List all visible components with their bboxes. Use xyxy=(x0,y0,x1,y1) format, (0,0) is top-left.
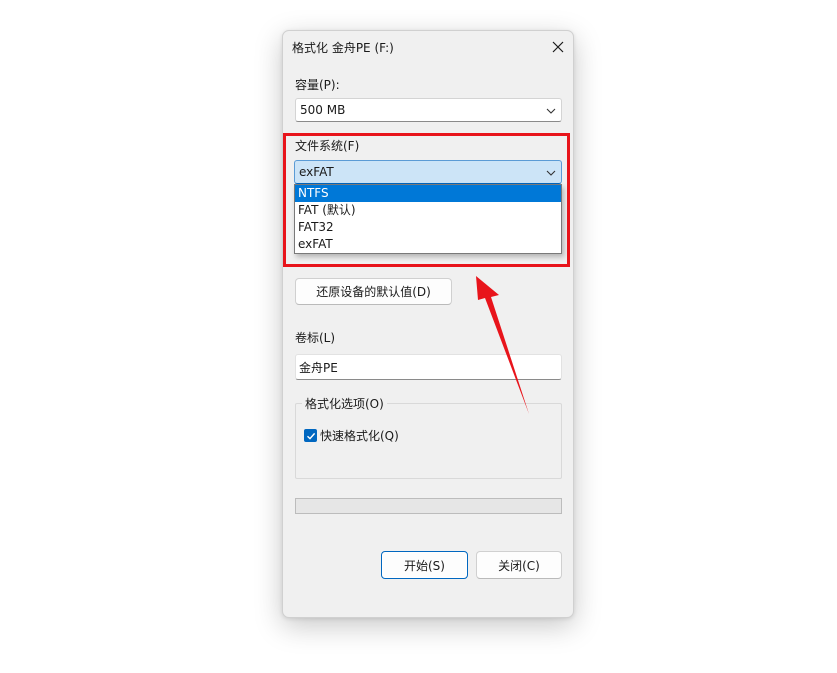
chevron-down-icon xyxy=(546,170,556,176)
restore-defaults-button[interactable]: 还原设备的默认值(D) xyxy=(295,278,452,305)
close-icon xyxy=(552,41,564,53)
quick-format-label: 快速格式化(Q) xyxy=(320,429,399,443)
file-system-option-exfat[interactable]: exFAT xyxy=(295,236,561,253)
chevron-down-icon xyxy=(546,108,556,114)
close-window-button[interactable] xyxy=(545,35,571,59)
close-button[interactable]: 关闭(C) xyxy=(476,551,562,579)
format-dialog: 格式化 金舟PE (F:) 容量(P): 500 MB 文件系统(F) exFA… xyxy=(282,30,574,618)
checkbox-checked-icon xyxy=(304,429,317,442)
capacity-value: 500 MB xyxy=(300,103,346,117)
dialog-title: 格式化 金舟PE (F:) xyxy=(292,41,394,55)
file-system-label: 文件系统(F) xyxy=(295,139,360,153)
stage: 格式化 金舟PE (F:) 容量(P): 500 MB 文件系统(F) exFA… xyxy=(0,0,837,673)
volume-label-input[interactable]: 金舟PE xyxy=(295,354,562,380)
file-system-option-fat[interactable]: FAT (默认) xyxy=(295,202,561,219)
format-options-title: 格式化选项(O) xyxy=(302,395,387,412)
start-button[interactable]: 开始(S) xyxy=(381,551,468,579)
capacity-label: 容量(P): xyxy=(295,78,340,92)
quick-format-checkbox[interactable]: 快速格式化(Q) xyxy=(304,427,399,444)
file-system-select[interactable]: exFAT xyxy=(294,160,562,184)
volume-label-label: 卷标(L) xyxy=(295,331,336,345)
file-system-option-fat32[interactable]: FAT32 xyxy=(295,219,561,236)
file-system-option-ntfs[interactable]: NTFS xyxy=(295,185,561,202)
format-progress-bar xyxy=(295,498,562,514)
format-options-group: 格式化选项(O) 快速格式化(Q) xyxy=(295,395,562,479)
checkmark-icon xyxy=(306,432,315,440)
file-system-dropdown-list: NTFS FAT (默认) FAT32 exFAT xyxy=(294,184,562,254)
capacity-select[interactable]: 500 MB xyxy=(295,98,562,122)
file-system-value: exFAT xyxy=(299,165,334,179)
